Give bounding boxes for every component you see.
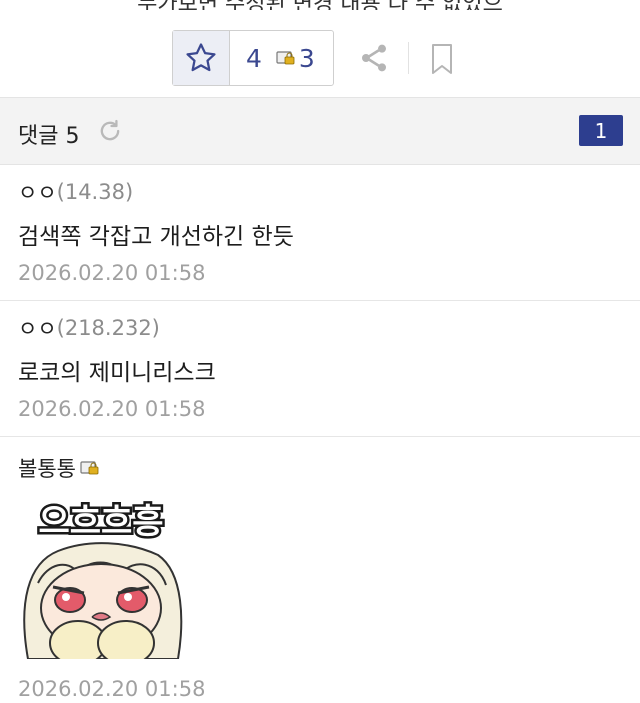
comment-text: 로코의 제미니리스크 xyxy=(18,360,216,386)
comments-title: 댓글 5 xyxy=(18,124,80,149)
dccon-text: 으흐흐흥 xyxy=(38,502,163,542)
comment-item: ㅇㅇ (218.232) 로코의 제미니리스크 2026.02.20 01:58 xyxy=(0,301,640,437)
comment-item: 볼통통 으흐흐흥 2026.02.20 01:58 xyxy=(0,437,640,703)
recommend-button[interactable] xyxy=(173,31,230,85)
fixed-nick-icon xyxy=(80,461,99,475)
bookmark-icon xyxy=(432,44,452,74)
nickname[interactable]: ㅇㅇ xyxy=(18,313,57,343)
dccon-image[interactable]: 으흐흐흥 xyxy=(18,493,184,666)
recommend-count: 4 xyxy=(246,43,262,73)
comments-header: 댓글 5 1 xyxy=(0,97,640,165)
fixed-recommend-count: 3 xyxy=(298,43,315,73)
comment-text: 검색쪽 각잡고 개선하긴 한듯 xyxy=(18,224,294,250)
nickname[interactable]: 볼통통 xyxy=(18,453,76,483)
refresh-icon[interactable] xyxy=(96,117,124,149)
nickname[interactable]: ㅇㅇ xyxy=(18,177,57,207)
fixed-recommend: 3 xyxy=(276,31,315,85)
post-actions: 4 3 xyxy=(0,30,640,88)
lock-badge-icon xyxy=(276,51,295,65)
recommend-box[interactable]: 4 3 xyxy=(172,30,334,86)
comment-author[interactable]: 볼통통 xyxy=(18,453,100,483)
share-icon xyxy=(362,44,386,72)
comment-date: 2026.02.20 01:58 xyxy=(18,397,206,421)
comment-date: 2026.02.20 01:58 xyxy=(18,677,206,701)
comment-author[interactable]: ㅇㅇ (14.38) xyxy=(18,177,133,207)
comment-page-button[interactable]: 1 xyxy=(579,115,623,146)
dccon-sticker-art: 으흐흐흥 xyxy=(18,493,184,666)
bookmark-button[interactable] xyxy=(430,43,454,79)
ip-address: (218.232) xyxy=(56,316,160,340)
action-divider xyxy=(408,42,409,74)
comment-item: ㅇㅇ (14.38) 검색쪽 각잡고 개선하긴 한듯 2026.02.20 01:… xyxy=(0,165,640,301)
star-icon xyxy=(186,43,216,72)
ip-address: (14.38) xyxy=(56,180,134,204)
comment-author[interactable]: ㅇㅇ (218.232) xyxy=(18,313,160,343)
share-button[interactable] xyxy=(358,42,390,78)
comment-date: 2026.02.20 01:58 xyxy=(18,261,206,285)
truncated-post-text: 누가보면 수정된 변경 내용 다 수 없었으 xyxy=(0,0,640,10)
